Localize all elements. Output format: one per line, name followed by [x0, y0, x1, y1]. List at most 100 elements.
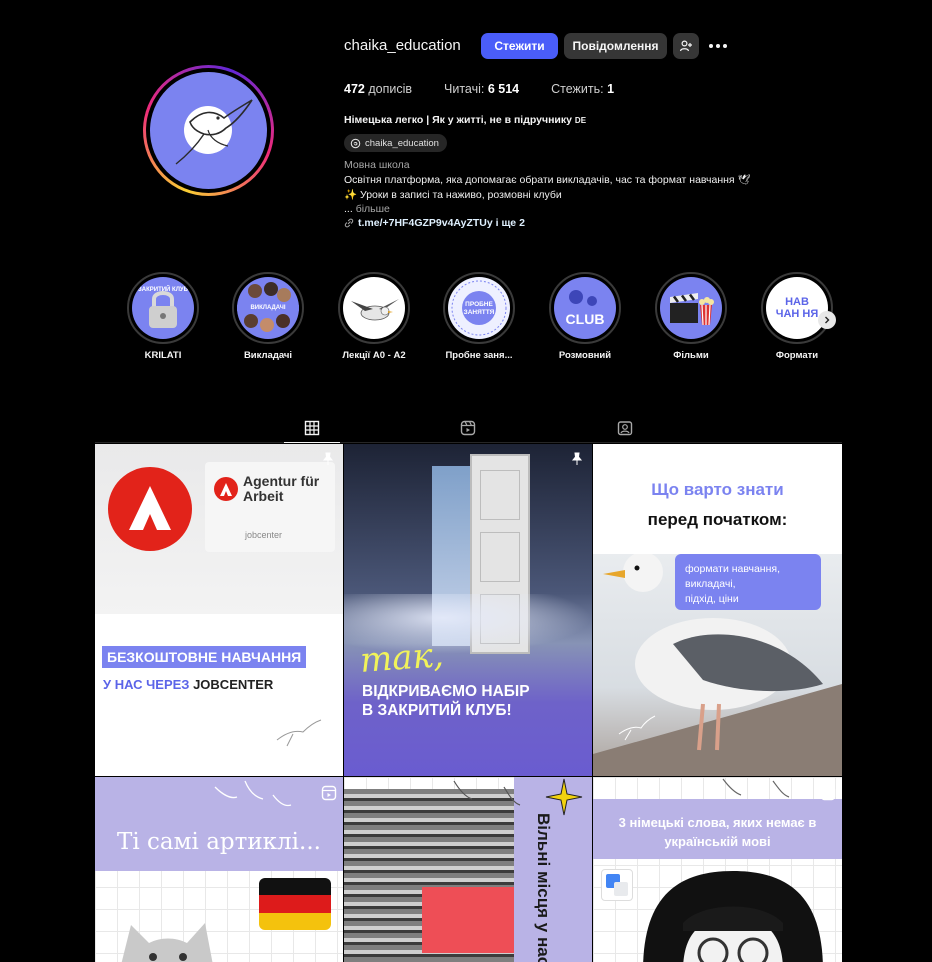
gulls-flying-icon	[453, 780, 521, 806]
tagged-icon	[617, 421, 633, 436]
gull-sketch-icon	[276, 719, 322, 747]
post-caption: У НАС ЧЕРЕЗ JOBCENTER	[103, 677, 274, 692]
bio-link[interactable]: t.me/+7HF4GZP9v4AyZTUy і ще 2	[344, 217, 525, 229]
post-title: ВІДКРИВАЄМО НАБІР В ЗАКРИТИЙ КЛУБ!	[362, 683, 530, 719]
post-title: Вільні місця у нас	[534, 813, 553, 962]
clapperboard-popcorn-icon	[670, 293, 714, 326]
post-script-text: так,	[358, 635, 445, 681]
post-title: Ті самі артиклі...	[117, 829, 321, 855]
post-tile[interactable]: Ті самі артиклі...	[95, 777, 343, 962]
highlight-item[interactable]: ВИКЛАДАЧІ Викладачі	[220, 272, 316, 361]
highlight-item[interactable]: Фільми	[643, 272, 739, 361]
profile-stats: 472 дописів Читачі: 6 514 Стежить: 1	[344, 82, 646, 96]
highlight-item[interactable]: ПРОБНЕ ЗАНЯТТЯ Пробне заня...	[431, 272, 527, 361]
highlight-ring: ВИКЛАДАЧІ	[232, 272, 304, 344]
pinned-icon	[570, 452, 584, 471]
highlight-label: Викладачі	[243, 350, 293, 361]
pinned-icon	[321, 452, 335, 471]
post-tile[interactable]: Що варто знати перед початком: формати н…	[593, 444, 842, 776]
highlight-ring: ЗАКРИТИЙ КЛУБ	[127, 272, 199, 344]
flag-de: DE	[574, 116, 587, 125]
highlight-ring: НАВ ЧАН НЯ	[761, 272, 833, 344]
tagged-tab[interactable]	[597, 413, 653, 443]
suggested-users-button[interactable]	[673, 33, 699, 59]
reel-indicator-icon	[321, 785, 337, 806]
german-flag-icon	[259, 878, 331, 930]
threads-badge[interactable]: chaika_education	[344, 134, 447, 152]
avatar-gap	[146, 68, 271, 193]
highlight-label: KRILATI	[144, 350, 182, 361]
sparkle-icon	[545, 778, 583, 816]
posts-count[interactable]: 472 дописів	[344, 82, 412, 96]
bio-line: Освітня платформа, яка допомагає обрати …	[344, 174, 751, 186]
more-options-icon[interactable]	[708, 36, 728, 56]
message-button[interactable]: Повідомлення	[564, 33, 667, 59]
follow-button[interactable]: Стежити	[481, 33, 558, 59]
add-user-icon	[679, 40, 692, 52]
highlight-cover: НАВ ЧАН НЯ	[766, 277, 828, 339]
highlight-ring	[655, 272, 727, 344]
highlight-cover-text: CLUB	[565, 311, 605, 327]
profile-username: chaika_education	[344, 37, 461, 54]
highlight-cover: ВИКЛАДАЧІ	[237, 277, 299, 339]
gulls-flying-icon	[214, 780, 292, 807]
post-title: Що варто знати	[651, 480, 784, 499]
link-icon	[344, 218, 354, 228]
red-block	[422, 887, 514, 953]
post-title: 3 німецькі слова, яких немає в українські…	[618, 815, 817, 849]
profile-avatar[interactable]	[143, 65, 274, 196]
sign-text: Agentur für Arbeit	[243, 473, 320, 504]
highlight-cover: ЗАКРИТИЙ КЛУБ	[132, 277, 194, 339]
followers-count[interactable]: Читачі: 6 514	[444, 82, 519, 96]
highlight-label: Фільми	[673, 350, 709, 361]
highlight-cover	[343, 277, 405, 339]
posts-tab[interactable]	[284, 413, 340, 443]
highlights-next-button[interactable]	[818, 311, 836, 329]
cat-photo-icon	[121, 923, 213, 962]
small-logo-icon	[214, 477, 238, 501]
post-tile[interactable]: Agentur für Arbeit jobcenter БЕЗКОШТОВНЕ…	[95, 444, 343, 776]
post-banner: БЕЗКОШТОВНЕ НАВЧАННЯ	[102, 646, 307, 668]
gulls-flying-icon	[722, 778, 790, 798]
arbeitsagentur-logo-icon	[108, 467, 192, 551]
sign-subtext: jobcenter	[245, 530, 283, 540]
bio-more[interactable]: ... більше	[344, 203, 390, 215]
highlight-label: Лекції А0 - А2	[342, 350, 406, 361]
reels-icon	[460, 420, 476, 436]
highlight-cover-text: НАВ ЧАН НЯ	[775, 296, 819, 320]
highlight-label: Формати	[775, 350, 819, 361]
highlight-item[interactable]: ЗАКРИТИЙ КЛУБ KRILATI	[115, 272, 211, 361]
highlight-cover: ПРОБНЕ ЗАНЯТТЯ	[448, 277, 510, 339]
highlight-ring: ПРОБНЕ ЗАНЯТТЯ	[443, 272, 515, 344]
chevron-right-icon	[825, 316, 830, 324]
reels-tab[interactable]	[440, 413, 496, 443]
highlight-cover-text: ПРОБНЕ ЗАНЯТТЯ	[463, 301, 495, 316]
highlight-cover: CLUB	[554, 277, 616, 339]
highlight-item[interactable]: CLUB Розмовний	[537, 272, 633, 361]
threads-icon	[350, 138, 361, 148]
post-tile[interactable]: 3 німецькі слова, яких немає в українські…	[593, 777, 842, 962]
bio-name: Німецька легко | Як у житті, не в підруч…	[344, 114, 587, 126]
highlight-ring: CLUB	[549, 272, 621, 344]
highlight-cover-text: ВИКЛАДАЧІ	[237, 305, 299, 311]
highlight-item[interactable]: Лекції А0 - А2	[326, 272, 422, 361]
following-count[interactable]: Стежить: 1	[551, 82, 614, 96]
girl-portrait-icon	[643, 871, 823, 962]
translate-icon	[601, 869, 633, 901]
bird-emoji-icon: 🕊	[737, 175, 751, 186]
seagull-logo-icon	[175, 99, 253, 165]
highlight-cover	[660, 277, 722, 339]
avatar-image	[150, 72, 267, 189]
post-tile[interactable]: Вільні місця у нас	[344, 777, 592, 962]
highlight-ring	[338, 272, 410, 344]
gull-sketch-icon	[618, 715, 656, 741]
speech-bubbles-icon	[569, 290, 597, 306]
post-tile[interactable]: так, ВІДКРИВАЄМО НАБІР В ЗАКРИТИЙ КЛУБ!	[344, 444, 592, 776]
highlight-cover-text: ЗАКРИТИЙ КЛУБ	[138, 287, 188, 293]
highlight-label: Розмовний	[558, 350, 612, 361]
seagull-icon	[351, 299, 399, 321]
highlight-label: Пробне заня...	[445, 350, 513, 361]
seagull-photo-icon	[593, 554, 842, 776]
bio-category: Мовна школа	[344, 159, 410, 171]
post-subtitle: перед початком:	[647, 510, 788, 529]
